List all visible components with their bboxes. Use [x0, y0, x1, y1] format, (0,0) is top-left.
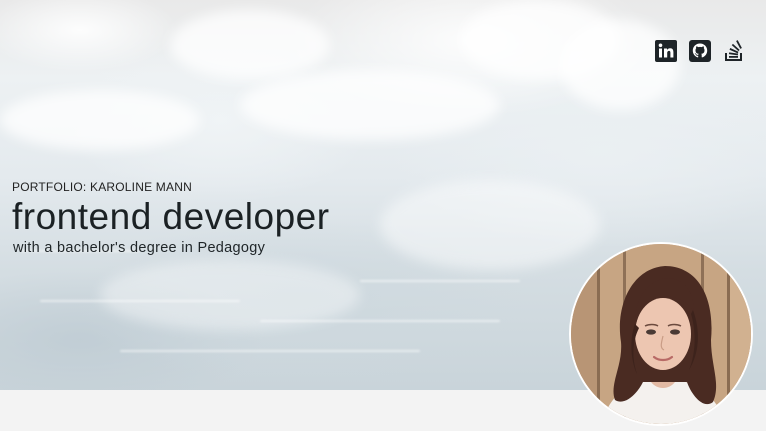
wave-streak: [40, 300, 240, 302]
page-subtitle: with a bachelor's degree in Pedagogy: [13, 240, 266, 256]
profile-photo: [569, 242, 753, 426]
wave-streak: [260, 320, 500, 322]
github-icon[interactable]: [688, 39, 712, 63]
wave-foam: [380, 180, 600, 270]
wave-streak: [360, 280, 520, 282]
portfolio-label: PORTFOLIO: KAROLINE MANN: [12, 180, 192, 194]
intro-text: PORTFOLIO: KAROLINE MANN frontend develo…: [12, 180, 330, 256]
wave-streak: [120, 350, 420, 352]
wave-foam: [560, 20, 680, 110]
wave-foam: [0, 90, 200, 150]
linkedin-icon[interactable]: [654, 39, 678, 63]
wave-foam: [240, 70, 500, 140]
page-title: frontend developer: [12, 196, 330, 237]
social-links: [654, 39, 746, 63]
stackoverflow-icon[interactable]: [722, 39, 746, 63]
wave-foam: [170, 10, 330, 80]
